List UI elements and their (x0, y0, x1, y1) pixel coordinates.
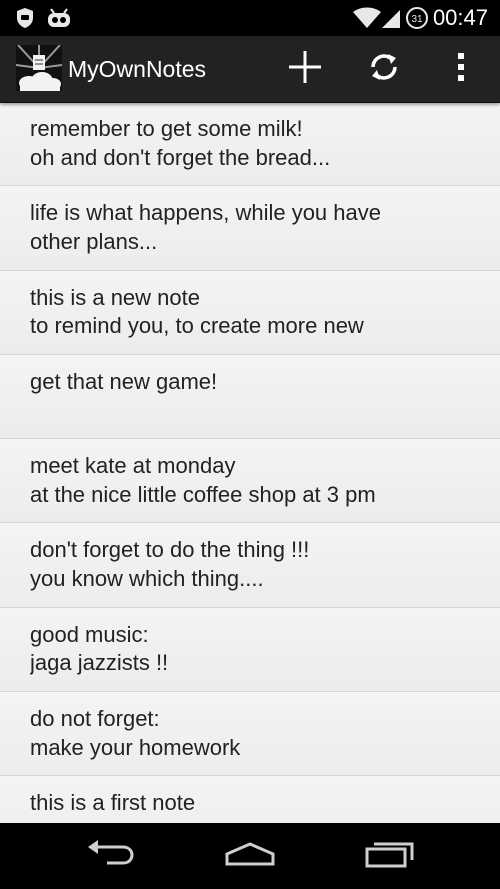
list-item[interactable]: don't forget to do the thing !!! you kno… (0, 523, 500, 608)
note-line-1: life is what happens, while you have (30, 200, 381, 226)
recent-apps-button[interactable] (340, 823, 440, 889)
list-item[interactable]: do not forget: make your homework (0, 692, 500, 777)
recent-apps-icon (365, 840, 415, 873)
list-item[interactable]: remember to get some milk! oh and don't … (0, 102, 500, 187)
list-item[interactable]: this is a first note (0, 776, 500, 823)
note-line-2: oh and don't forget the bread... (30, 144, 331, 170)
note-line-2: you know which thing.... (30, 565, 264, 591)
note-line-1: this is a new note (30, 284, 200, 310)
cell-signal-icon (380, 0, 402, 36)
wifi-icon (352, 0, 382, 36)
svg-text:31: 31 (411, 14, 423, 25)
app-logo-icon[interactable] (15, 44, 63, 91)
back-arrow-icon (85, 839, 135, 874)
status-bar: 31 00:47 (0, 0, 500, 36)
cyanogen-bugdroid-icon (44, 0, 74, 36)
note-line-2: other plans... (30, 228, 158, 254)
home-button[interactable] (200, 823, 300, 889)
note-line-2: at the nice little coffee shop at 3 pm (30, 481, 376, 507)
shield-icon (14, 0, 36, 36)
note-line-1: remember to get some milk! (30, 116, 303, 141)
note-line-1: meet kate at monday (30, 453, 236, 479)
battery-icon: 31 (404, 0, 430, 36)
note-line-1: do not forget: (30, 706, 160, 732)
navigation-bar (0, 823, 500, 889)
list-item[interactable]: life is what happens, while you have oth… (0, 186, 500, 271)
back-button[interactable] (60, 823, 160, 889)
note-line-2: to remind you, to create more new (30, 313, 364, 339)
note-list[interactable]: remember to get some milk! oh and don't … (0, 102, 500, 823)
app-title: MyOwnNotes (68, 56, 207, 82)
note-line-2: jaga jazzists !! (30, 650, 169, 676)
list-item[interactable]: this is a new note to remind you, to cre… (0, 270, 500, 355)
note-line-2 (30, 396, 470, 425)
note-line-1: get that new game! (30, 368, 218, 394)
add-note-button[interactable] (272, 36, 338, 102)
note-line-1: don't forget to do the thing !!! (30, 537, 310, 563)
note-line-2: make your homework (30, 734, 241, 760)
status-time: 00:47 (432, 5, 488, 30)
refresh-icon (367, 50, 401, 89)
plus-icon (288, 50, 322, 89)
note-line-1: this is a first note (30, 790, 196, 816)
action-bar: MyOwnNotes (0, 36, 500, 103)
list-item[interactable]: meet kate at monday at the nice little c… (0, 439, 500, 524)
list-item[interactable]: get that new game! (0, 354, 500, 440)
list-item[interactable]: good music: jaga jazzists !! (0, 607, 500, 693)
more-vertical-icon (456, 52, 466, 87)
home-icon (224, 841, 276, 872)
phone-screen: 31 00:47 MyOwnNotes remember to get some… (0, 0, 500, 889)
sync-button[interactable] (351, 36, 417, 102)
overflow-menu-button[interactable] (428, 36, 494, 102)
note-line-1: good music: (30, 621, 149, 647)
